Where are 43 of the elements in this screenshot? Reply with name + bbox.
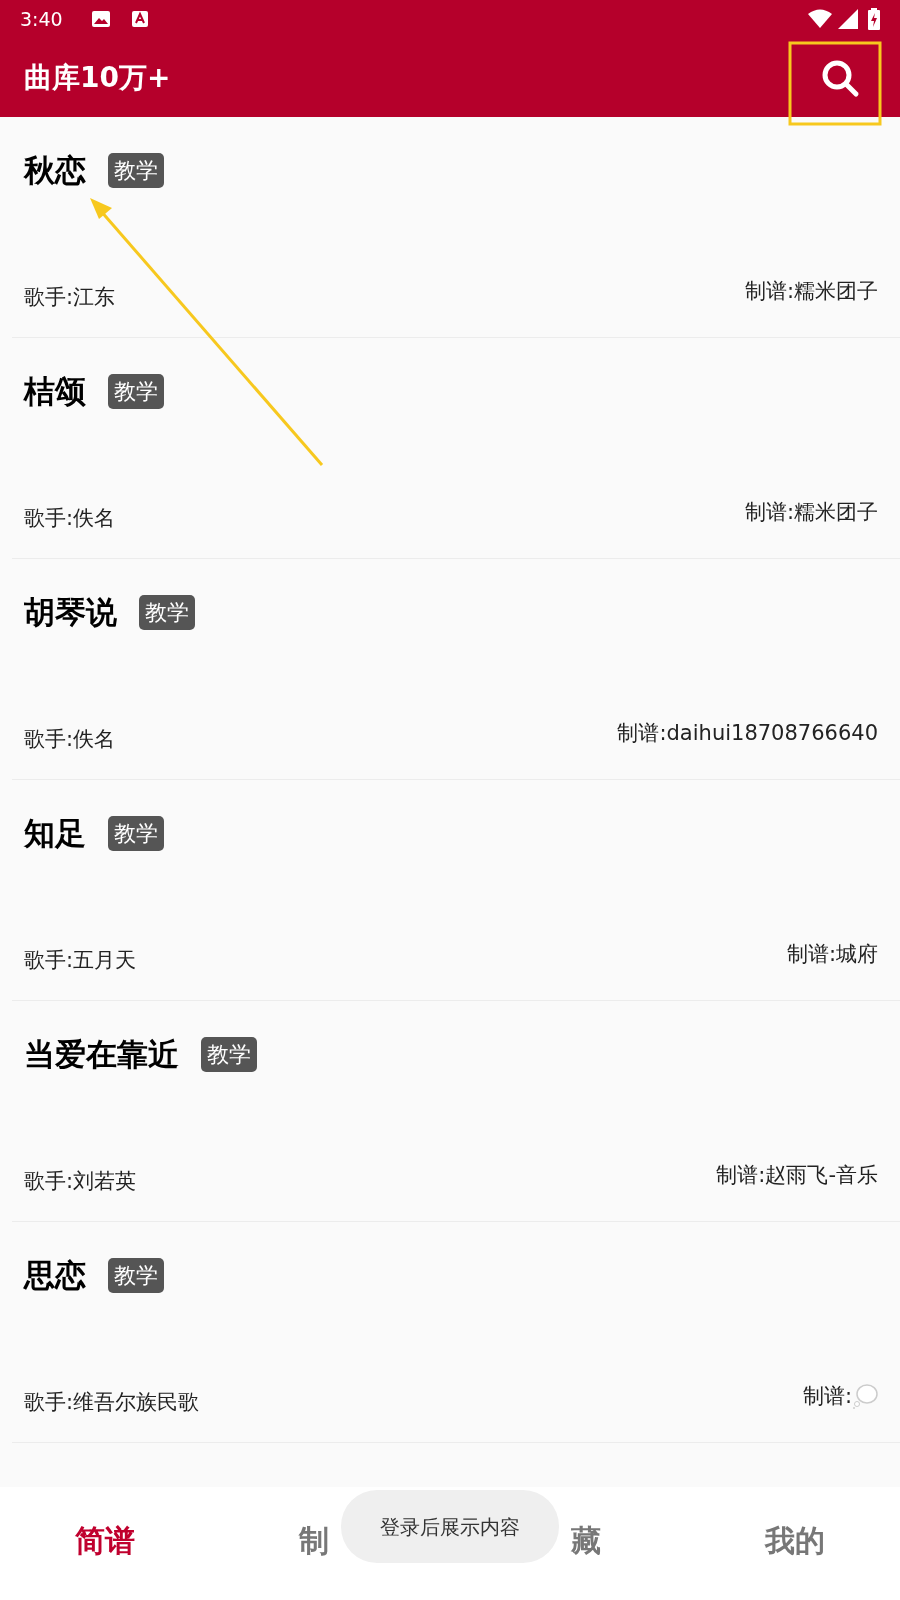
singer-text: 歌手:佚名	[24, 725, 116, 753]
arranger-text: 制谱:糯米团子	[744, 277, 878, 305]
singer-text: 歌手:五月天	[24, 946, 137, 974]
tag-label: 教学	[108, 1257, 164, 1293]
login-toast: 登录后展示内容	[341, 1490, 559, 1563]
status-time: 3:40	[20, 6, 63, 32]
song-title: 胡琴说	[24, 593, 117, 632]
tag-label: 教学	[108, 815, 164, 851]
font-icon	[130, 10, 149, 28]
song-title: 桔颂	[24, 372, 86, 411]
thought-bubble-icon	[852, 1383, 878, 1410]
arranger-text: 制谱:	[802, 1382, 852, 1410]
arranger-text: 制谱:城府	[786, 940, 878, 968]
song-row[interactable]: 知足 教学 歌手:五月天 制谱:城府	[12, 780, 900, 1001]
nav-tab[interactable]: 简谱	[74, 1518, 135, 1563]
wifi-icon	[808, 9, 832, 29]
tag-label: 教学	[201, 1036, 257, 1072]
song-title: 思恋	[24, 1256, 86, 1295]
singer-text: 歌手:刘若英	[24, 1167, 137, 1195]
singer-text: 歌手:佚名	[24, 504, 116, 532]
signal-icon	[838, 9, 858, 29]
tag-label: 教学	[139, 594, 195, 630]
singer-text: 歌手:江东	[24, 283, 116, 311]
song-row[interactable]: 胡琴说 教学 歌手:佚名 制谱:daihui18708766640	[12, 559, 900, 780]
song-row[interactable]: 思恋 教学 歌手:维吾尔族民歌 制谱:	[12, 1222, 900, 1443]
tag-label: 教学	[108, 373, 164, 409]
song-row[interactable]: 桔颂 教学 歌手:佚名 制谱:糯米团子	[12, 338, 900, 559]
nav-tab[interactable]: 我的	[765, 1518, 826, 1563]
nav-tab[interactable]: 制	[299, 1518, 330, 1563]
song-title: 秋恋	[24, 151, 86, 190]
song-title: 当爱在靠近	[24, 1035, 179, 1074]
tag-label: 教学	[108, 152, 164, 188]
app-title: 曲库10万+	[24, 59, 172, 96]
arranger-text: 制谱:赵雨飞-音乐	[716, 1161, 878, 1189]
arranger-text: 制谱:糯米团子	[744, 498, 878, 526]
battery-icon	[868, 8, 880, 30]
song-row[interactable]: 当爱在靠近 教学 歌手:刘若英 制谱:赵雨飞-音乐	[12, 1001, 900, 1222]
song-title: 知足	[24, 814, 86, 853]
song-row[interactable]: 秋恋 教学 歌手:江东 制谱:糯米团子	[12, 117, 900, 338]
nav-tab[interactable]: 藏	[570, 1518, 601, 1563]
singer-text: 歌手:维吾尔族民歌	[24, 1388, 200, 1416]
image-icon	[90, 10, 111, 28]
arranger-text: 制谱:daihui18708766640	[617, 719, 878, 747]
